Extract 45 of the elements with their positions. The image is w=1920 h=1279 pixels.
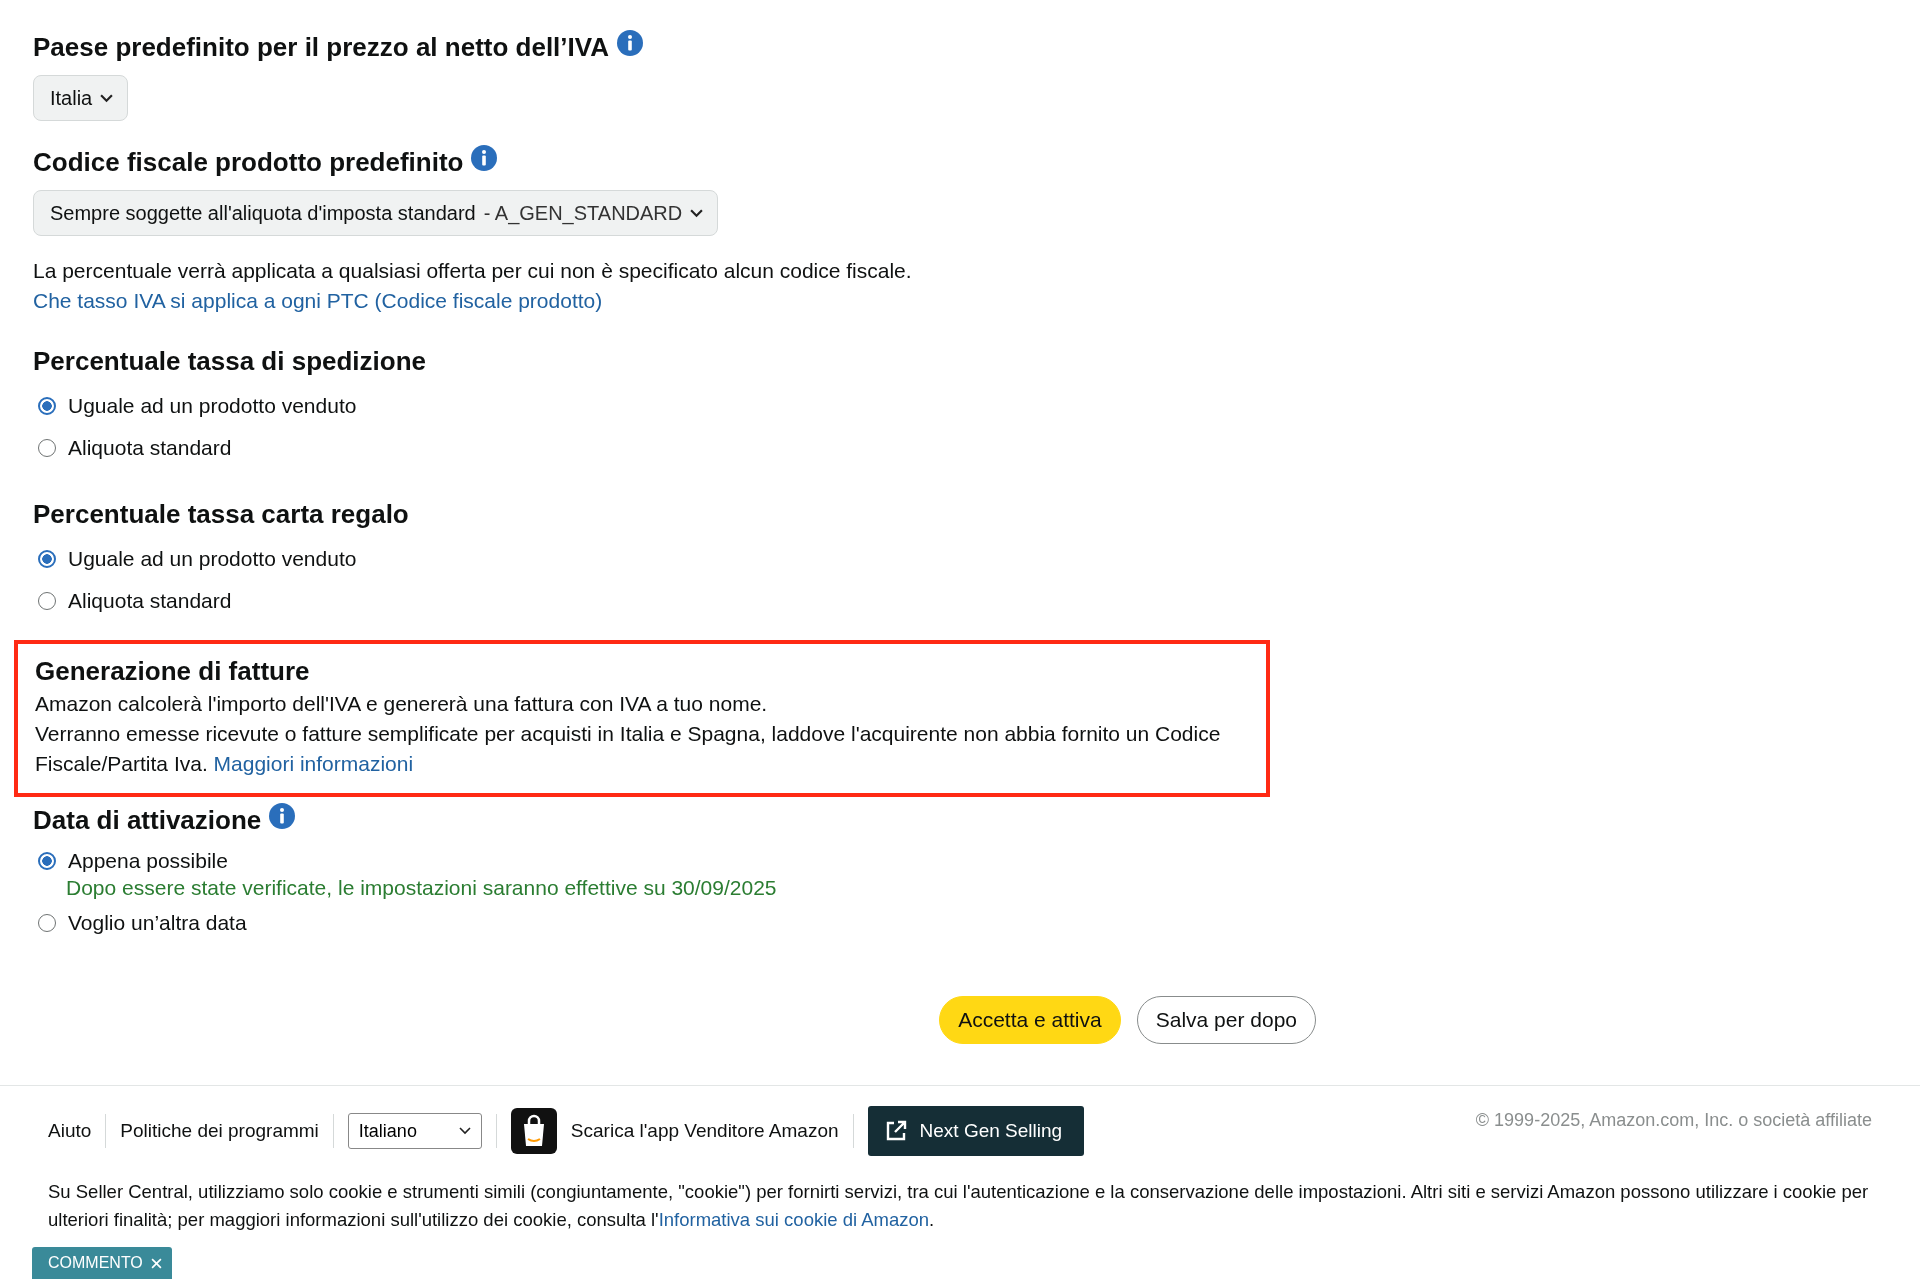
accept-button[interactable]: Accetta e attiva bbox=[939, 996, 1121, 1044]
shopping-bag-icon[interactable] bbox=[510, 1108, 557, 1154]
invoice-text: Amazon calcolerà l'importo dell'IVA e genererà una fattura con IVA a tuo nome. bbox=[35, 691, 769, 717]
tax-code-dropdown[interactable]: Sempre soggette all'aliquota d'imposta standard - A_GEN_STANDARD bbox=[33, 190, 719, 236]
tax-code-note: La percentuale verrà applicata a qualsiasi offerta per cui non è specificato alcun codice fiscale. Che tasso IVA si applica a ogni PTC (Codice fiscale prodotto) bbox=[33, 258, 913, 314]
section-heading: Percentuale tassa di spedizione bbox=[33, 346, 427, 377]
copyright-text: © 1999-2025, Amazon.com, Inc. o società affiliate bbox=[1475, 1110, 1872, 1131]
cookie-policy-link[interactable]: Informativa sui cookie di Amazon bbox=[658, 1209, 930, 1230]
info-icon[interactable] bbox=[617, 29, 643, 56]
footer-link[interactable]: Aiuto bbox=[48, 1120, 92, 1142]
tax-rate-link[interactable]: Che tasso IVA si applica a ogni PTC (Codice fiscale prodotto) bbox=[33, 289, 603, 312]
radio-label[interactable]: Aliquota standard bbox=[68, 436, 232, 460]
info-icon[interactable] bbox=[471, 144, 498, 171]
chevron-down-icon bbox=[100, 93, 114, 103]
section-heading: Paese predefinito per il prezzo al netto dell’IVA bbox=[33, 32, 609, 63]
radio-label[interactable]: Voglio un’altra data bbox=[68, 911, 247, 935]
radio-button[interactable] bbox=[38, 439, 56, 457]
section-heading: Data di attivazione bbox=[33, 805, 262, 836]
info-icon[interactable] bbox=[269, 802, 296, 829]
footer-link[interactable]: Politiche dei programmi bbox=[120, 1120, 319, 1142]
chevron-down-icon bbox=[690, 208, 704, 218]
radio-button[interactable] bbox=[38, 397, 56, 415]
section-heading: Generazione di fatture bbox=[35, 656, 311, 687]
invoice-text: Verranno emesse ricevute o fatture semplificate per acquisti in Italia e Spagna, laddove l'acquirente non abbia fornito un Codice Fiscale/Partita Iva. Maggiori informazioni bbox=[35, 721, 1222, 777]
more-info-link[interactable]: Maggiori informazioni bbox=[213, 752, 414, 775]
radio-label[interactable]: Uguale ad un prodotto venduto bbox=[68, 394, 357, 418]
feedback-tab[interactable]: COMMENTO bbox=[32, 1247, 172, 1279]
section-heading: Percentuale tassa carta regalo bbox=[33, 499, 409, 530]
country-dropdown[interactable]: Italia bbox=[33, 75, 129, 121]
radio-label[interactable]: Aliquota standard bbox=[68, 589, 232, 613]
app-download-link[interactable]: Scarica l'app Venditore Amazon bbox=[570, 1120, 839, 1142]
radio-button[interactable] bbox=[38, 550, 56, 568]
effective-date-note: Dopo essere state verificate, le impostazioni saranno effettive su 30/09/2025 bbox=[65, 876, 778, 900]
radio-label[interactable]: Uguale ad un prodotto venduto bbox=[68, 547, 357, 571]
section-heading: Codice fiscale prodotto predefinito bbox=[33, 147, 464, 178]
close-icon[interactable] bbox=[150, 1257, 162, 1269]
radio-button[interactable] bbox=[38, 592, 56, 610]
radio-button[interactable] bbox=[38, 852, 56, 870]
language-dropdown[interactable]: Italiano bbox=[347, 1113, 482, 1149]
next-gen-selling-button[interactable]: Next Gen Selling bbox=[867, 1106, 1085, 1156]
save-button[interactable]: Salva per dopo bbox=[1136, 996, 1316, 1044]
radio-label[interactable]: Appena possibile bbox=[68, 849, 228, 873]
radio-button[interactable] bbox=[38, 914, 56, 932]
chevron-down-icon bbox=[458, 1127, 471, 1135]
cookie-notice: Su Seller Central, utilizziamo solo cookie e strumenti simili (congiuntamente, "cookie") per fornirti servizi, tra cui l'autenticazione e la conservazione delle impostazioni. Altri siti e servizi Amazon possono utilizzare i cookie per ulteriori finalità; per maggiori informazioni sull'utilizzo dei cookie, consulta l'Informativa sui cookie di Amazon. bbox=[48, 1180, 1870, 1232]
